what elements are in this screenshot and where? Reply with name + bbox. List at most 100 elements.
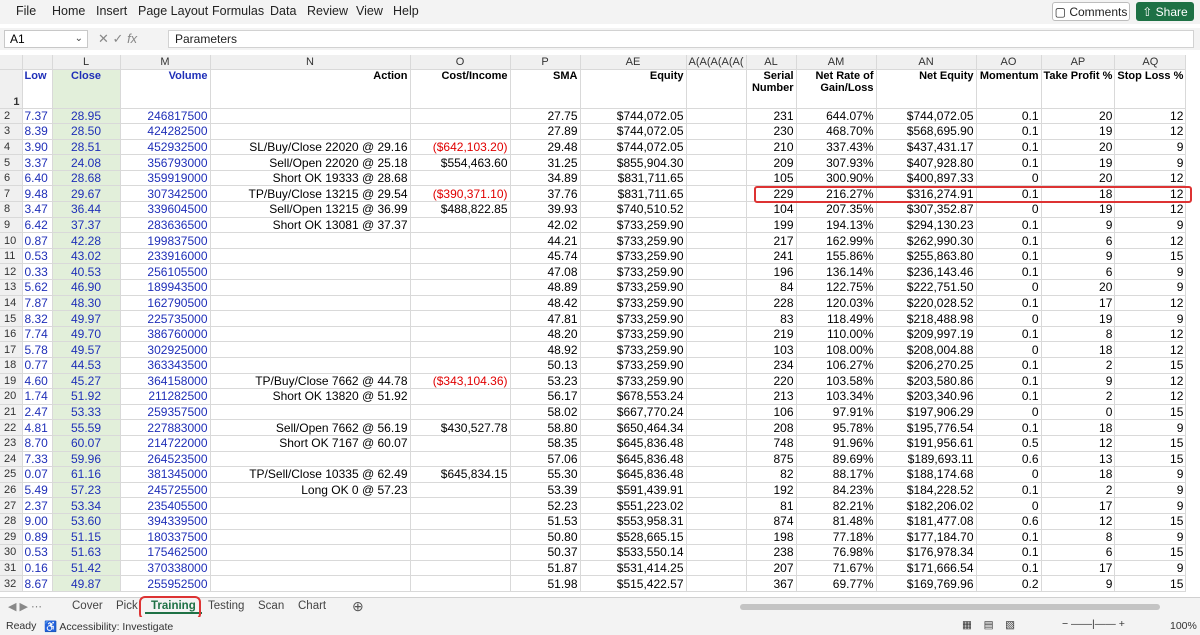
cell-o[interactable] <box>410 451 511 468</box>
cell-am[interactable]: 337.43% <box>796 139 877 156</box>
cell-ap[interactable]: 20 <box>1041 108 1116 125</box>
cell-mid[interactable] <box>686 248 747 265</box>
cell-l[interactable]: 49.70 <box>52 326 121 343</box>
column-header[interactable]: A(A(A(A(A( <box>686 55 747 70</box>
cell-al[interactable]: 81 <box>746 497 797 514</box>
cell-ao[interactable]: 0 <box>976 341 1042 358</box>
cell-am[interactable]: 89.69% <box>796 451 877 468</box>
cell-ap[interactable]: 12 <box>1041 435 1116 452</box>
formula-input[interactable]: Parameters <box>168 30 1194 48</box>
cell-n[interactable]: TP/Buy/Close 13215 @ 29.54 <box>210 185 411 203</box>
cell-p[interactable]: 47.08 <box>510 263 581 281</box>
row-header[interactable]: 25 <box>0 466 23 483</box>
cell-aq[interactable]: 9 <box>1114 310 1187 327</box>
cell-an[interactable]: $203,580.86 <box>876 373 977 390</box>
cell-m[interactable]: 424282500 <box>120 123 211 140</box>
column-header[interactable]: AN <box>876 55 977 70</box>
cell-mid[interactable] <box>686 295 747 312</box>
header-net-rate[interactable]: Net Rate of Gain/Loss <box>796 69 877 109</box>
cell-l[interactable]: 51.42 <box>52 560 121 577</box>
cell-al[interactable]: 192 <box>746 482 797 499</box>
cell-o[interactable] <box>410 248 511 265</box>
cell-k[interactable]: 8.39 <box>22 123 53 140</box>
cell-p[interactable]: 42.02 <box>510 217 581 234</box>
cell-an[interactable]: $184,228.52 <box>876 482 977 499</box>
cell-aq[interactable]: 15 <box>1114 544 1187 561</box>
cell-am[interactable]: 207.35% <box>796 201 877 218</box>
row-header[interactable]: 16 <box>0 326 23 343</box>
cell-o[interactable] <box>410 544 511 561</box>
cell-o[interactable]: $488,822.85 <box>410 201 511 218</box>
cell-al[interactable]: 103 <box>746 341 797 358</box>
cell-aq[interactable]: 15 <box>1114 435 1187 452</box>
column-header[interactable]: AE <box>580 55 687 70</box>
cell-mid[interactable] <box>686 373 747 390</box>
cell-al[interactable]: 209 <box>746 154 797 171</box>
cell-n[interactable] <box>210 341 411 358</box>
cell-ap[interactable]: 2 <box>1041 388 1116 405</box>
cell-m[interactable]: 307342500 <box>120 185 211 203</box>
cell-am[interactable]: 155.86% <box>796 248 877 265</box>
cell-an[interactable]: $222,751.50 <box>876 279 977 296</box>
cell-o[interactable] <box>410 341 511 358</box>
cell-p[interactable]: 29.48 <box>510 139 581 156</box>
column-header[interactable]: O <box>410 55 511 70</box>
cell-k[interactable]: 0.33 <box>22 263 53 281</box>
cell-ae[interactable]: $855,904.30 <box>580 154 687 171</box>
cell-n[interactable] <box>210 326 411 343</box>
row-header[interactable]: 26 <box>0 482 23 499</box>
cell-am[interactable]: 644.07% <box>796 108 877 125</box>
cell-an[interactable]: $203,340.96 <box>876 388 977 405</box>
cell-mid[interactable] <box>686 326 747 343</box>
cell-ap[interactable]: 18 <box>1041 419 1116 436</box>
cell-mid[interactable] <box>686 388 747 405</box>
cell-m[interactable]: 264523500 <box>120 451 211 468</box>
cell-al[interactable]: 84 <box>746 279 797 296</box>
cell-o[interactable] <box>410 357 511 374</box>
cell-l[interactable]: 53.60 <box>52 513 121 530</box>
cell-ao[interactable]: 0.2 <box>976 575 1042 592</box>
cell-k[interactable]: 0.16 <box>22 560 53 577</box>
cell-p[interactable]: 27.89 <box>510 123 581 140</box>
cell-o[interactable] <box>410 310 511 327</box>
fx-icon[interactable]: fx <box>127 31 137 46</box>
row-header[interactable]: 21 <box>0 404 23 421</box>
cell-am[interactable]: 122.75% <box>796 279 877 296</box>
cell-ae[interactable]: $553,958.31 <box>580 513 687 530</box>
cell-an[interactable]: $209,997.19 <box>876 326 977 343</box>
cell-ae[interactable]: $733,259.90 <box>580 326 687 343</box>
cell-mid[interactable] <box>686 154 747 171</box>
cell-k[interactable]: 7.37 <box>22 108 53 125</box>
cell-ao[interactable]: 0.1 <box>976 544 1042 561</box>
cell-ao[interactable]: 0.1 <box>976 217 1042 234</box>
cell-k[interactable]: 7.33 <box>22 451 53 468</box>
cell-ae[interactable]: $740,510.52 <box>580 201 687 218</box>
cell-ap[interactable]: 6 <box>1041 544 1116 561</box>
cell-aq[interactable]: 12 <box>1114 388 1187 405</box>
cell-ao[interactable]: 0 <box>976 404 1042 421</box>
cell-ap[interactable]: 9 <box>1041 217 1116 234</box>
cell-am[interactable]: 77.18% <box>796 529 877 546</box>
comments-button[interactable]: ▢ Comments <box>1052 2 1130 21</box>
cell-aq[interactable]: 9 <box>1114 560 1187 577</box>
menu-item-insert[interactable]: Insert <box>96 4 127 18</box>
cell-n[interactable] <box>210 310 411 327</box>
header-take-profit[interactable]: Take Profit % <box>1041 69 1116 109</box>
cell-al[interactable]: 198 <box>746 529 797 546</box>
cell-ap[interactable]: 8 <box>1041 529 1116 546</box>
tab-scan[interactable]: Scan <box>258 600 284 612</box>
row-header[interactable]: 8 <box>0 201 23 218</box>
cell-l[interactable]: 40.53 <box>52 263 121 281</box>
cell-k[interactable]: 7.87 <box>22 295 53 312</box>
cell-n[interactable] <box>210 232 411 249</box>
cell-aq[interactable]: 9 <box>1114 529 1187 546</box>
row-header[interactable]: 30 <box>0 544 23 561</box>
cell-al[interactable]: 228 <box>746 295 797 312</box>
cell-mid[interactable] <box>686 263 747 281</box>
cell-o[interactable] <box>410 326 511 343</box>
cell-ae[interactable]: $678,553.24 <box>580 388 687 405</box>
cell-l[interactable]: 24.08 <box>52 154 121 171</box>
cell-an[interactable]: $294,130.23 <box>876 217 977 234</box>
row-header[interactable]: 13 <box>0 279 23 296</box>
menu-item-home[interactable]: Home <box>52 4 85 18</box>
